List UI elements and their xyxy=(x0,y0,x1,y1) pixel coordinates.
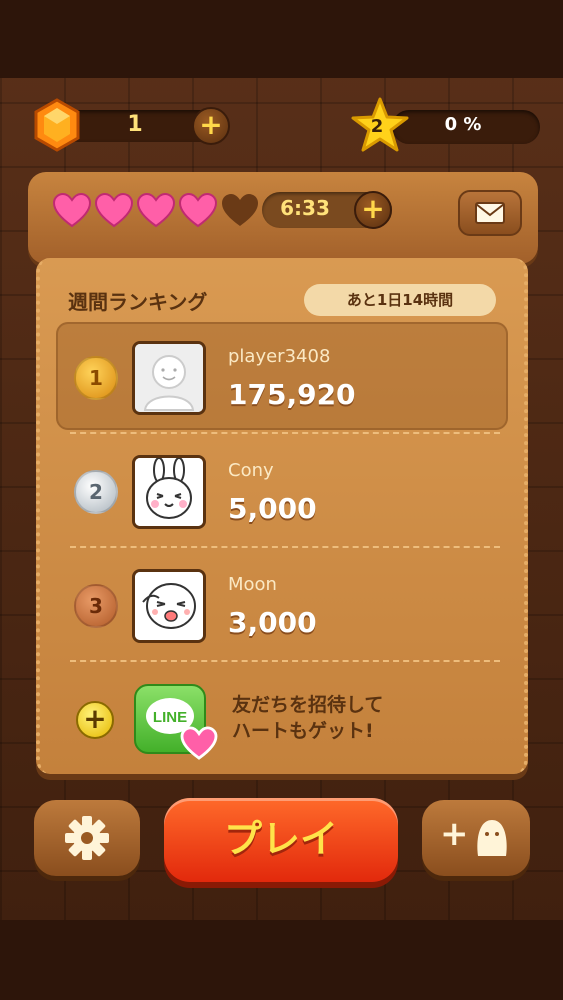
add-gems-button[interactable]: + xyxy=(192,107,230,145)
avatar[interactable] xyxy=(132,341,206,415)
row-divider xyxy=(70,660,500,662)
play-button[interactable]: プレイ xyxy=(164,798,398,882)
rank-badge-gold: 1 xyxy=(74,356,118,400)
row-divider xyxy=(70,432,500,434)
progress-percent: 0 % xyxy=(444,114,482,135)
moon-character-icon xyxy=(135,572,203,640)
heart-timer: 6:33 xyxy=(280,196,330,220)
default-profile-icon xyxy=(135,344,203,412)
mail-button[interactable] xyxy=(458,190,522,236)
invite-text[interactable]: 友だちを招待して ハートもゲット! xyxy=(232,692,383,744)
invite-line-2: ハートもゲット! xyxy=(232,720,374,742)
cony-character-icon xyxy=(135,458,203,526)
rank-badge-bronze: 3 xyxy=(74,584,118,628)
invite-line-1: 友だちを招待して xyxy=(232,694,384,716)
settings-button[interactable] xyxy=(34,800,140,876)
player-name: Moon xyxy=(228,574,277,595)
gear-icon xyxy=(65,816,109,860)
row-divider xyxy=(70,546,500,548)
empty-heart-icon xyxy=(222,194,258,226)
player-score: 5,000 xyxy=(228,492,317,525)
heart-icon xyxy=(136,192,176,228)
heart-icon xyxy=(180,726,218,760)
add-friend-button[interactable]: + xyxy=(422,800,530,876)
envelope-icon xyxy=(475,202,505,224)
ranking-title: 週間ランキング xyxy=(68,290,208,314)
avatar[interactable] xyxy=(132,455,206,529)
add-friend-plus: + xyxy=(440,814,469,854)
heart-icon xyxy=(52,192,92,228)
rank-badge-silver: 2 xyxy=(74,470,118,514)
level-number: 2 xyxy=(370,116,384,137)
friend-silhouette-icon xyxy=(477,820,507,856)
gem-count: 1 xyxy=(127,112,143,137)
heart-icon xyxy=(178,192,218,228)
add-hearts-button[interactable]: + xyxy=(354,191,392,229)
svg-text:LINE: LINE xyxy=(153,709,187,726)
ranking-time-left: あと1日14時間 xyxy=(304,284,496,316)
avatar[interactable] xyxy=(132,569,206,643)
player-name: Cony xyxy=(228,460,274,481)
player-name: player3408 xyxy=(228,346,331,367)
own-rank-highlight xyxy=(56,322,508,430)
player-score: 3,000 xyxy=(228,606,317,639)
heart-icon xyxy=(94,192,134,228)
gem-icon xyxy=(34,98,80,152)
top-border xyxy=(0,0,563,78)
invite-plus-button[interactable]: + xyxy=(76,701,114,739)
player-score: 175,920 xyxy=(228,378,356,411)
bottom-border xyxy=(0,920,563,1000)
